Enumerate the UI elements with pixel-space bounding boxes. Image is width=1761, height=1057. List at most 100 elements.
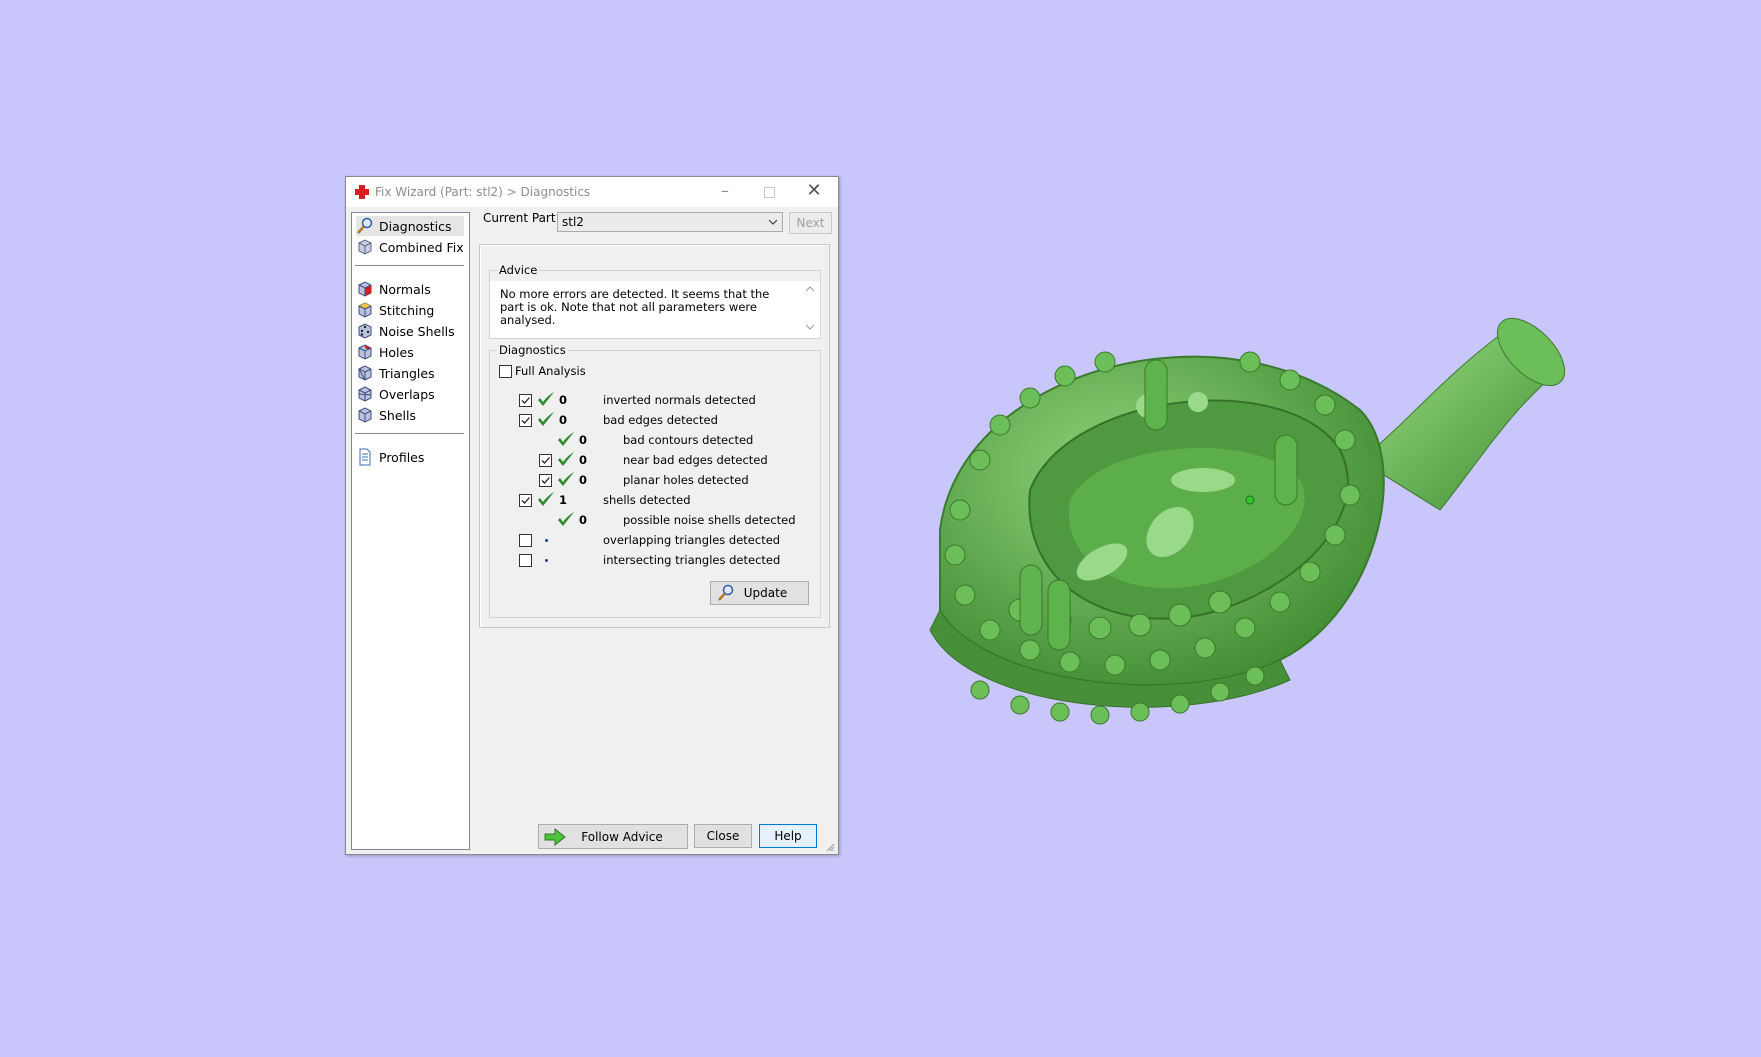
- diagnostic-label: bad contours detected: [623, 433, 754, 447]
- diagnostic-checkbox[interactable]: [519, 554, 532, 567]
- nav-item-diagnostics[interactable]: Diagnostics: [356, 216, 464, 236]
- diagnostic-row: 0 near bad edges detected: [0, 451, 768, 471]
- diagnostic-row: 0 inverted normals detected: [0, 391, 756, 411]
- checkmark-icon: [558, 432, 574, 446]
- maximize-icon: [763, 187, 775, 198]
- diagnostic-row: 0 bad contours detected: [0, 431, 753, 451]
- cube-triangle-icon: [358, 365, 372, 381]
- advice-textbox[interactable]: No more errors are detected. It seems th…: [490, 281, 820, 338]
- nav-item-holes[interactable]: Holes: [356, 342, 464, 362]
- nav-item-normals[interactable]: Normals: [356, 279, 464, 299]
- current-part-value: stl2: [562, 215, 584, 229]
- nav-label: Shells: [379, 407, 417, 423]
- 3d-model-viewport[interactable]: [920, 310, 1580, 770]
- update-label: Update: [743, 586, 788, 600]
- checkmark-icon: [538, 392, 554, 406]
- pending-dot-icon: [545, 539, 548, 542]
- maximize-button[interactable]: [747, 177, 791, 207]
- close-button[interactable]: Close: [694, 824, 752, 848]
- diagnostic-row: 0 bad edges detected: [0, 411, 718, 431]
- nav-label: Noise Shells: [379, 323, 455, 339]
- diagnostic-count: 0: [579, 473, 588, 487]
- nav-item-profiles[interactable]: Profiles: [356, 447, 464, 467]
- checkmark-icon: [558, 472, 574, 486]
- follow-advice-label: Follow Advice: [581, 829, 663, 844]
- diagnostic-row: intersecting triangles detected: [0, 551, 780, 571]
- nav-item-overlaps[interactable]: Overlaps: [356, 384, 464, 404]
- cube-red-face-icon: [358, 281, 372, 297]
- diagnostic-label: near bad edges detected: [623, 453, 768, 467]
- checkmark-icon: [538, 492, 554, 506]
- diagnostic-label: possible noise shells detected: [623, 513, 796, 527]
- diagnostic-checkbox[interactable]: [519, 414, 532, 427]
- full-analysis-label: Full Analysis: [515, 364, 586, 378]
- advice-title: Advice: [497, 263, 540, 277]
- minimize-button[interactable]: –: [703, 177, 747, 207]
- nav-item-triangles[interactable]: Triangles: [356, 363, 464, 383]
- nav-divider: [355, 433, 464, 434]
- close-window-button[interactable]: ✕: [792, 177, 836, 207]
- diagnostic-label: bad edges detected: [603, 413, 718, 427]
- cube-icon: [358, 407, 372, 423]
- arrow-right-icon: [544, 827, 566, 846]
- advice-group: Advice No more errors are detected. It s…: [489, 263, 821, 339]
- cube-overlap-icon: [358, 386, 372, 402]
- nav-item-stitching[interactable]: Stitching: [356, 300, 464, 320]
- diagnostic-checkbox[interactable]: [539, 454, 552, 467]
- next-button[interactable]: Next: [789, 212, 832, 234]
- update-button[interactable]: Update: [710, 581, 809, 605]
- diagnostic-count: 0: [579, 433, 588, 447]
- window-title: Fix Wizard (Part: stl2) > Diagnostics: [375, 185, 591, 199]
- diagnostic-label: overlapping triangles detected: [603, 533, 781, 547]
- diagnostic-count: 0: [559, 393, 568, 407]
- current-part-select[interactable]: stl2: [557, 212, 783, 232]
- diagnostic-count: 0: [559, 413, 568, 427]
- red-cross-icon: [355, 185, 369, 199]
- diagnostic-checkbox[interactable]: [519, 494, 532, 507]
- scroll-down-icon[interactable]: [806, 323, 814, 331]
- diagnostic-label: intersecting triangles detected: [603, 553, 781, 567]
- nav-label: Normals: [379, 281, 431, 297]
- cube-red-corner-icon: [358, 344, 372, 360]
- diagnostic-row: overlapping triangles detected: [0, 531, 780, 551]
- full-analysis-option[interactable]: Full Analysis: [499, 364, 586, 378]
- nav-label: Holes: [379, 344, 414, 360]
- nav-divider: [355, 265, 464, 266]
- diagnostic-label: planar holes detected: [623, 473, 749, 487]
- cube-dots-icon: [358, 323, 372, 339]
- diagnostic-label: inverted normals detected: [603, 393, 756, 407]
- full-analysis-checkbox[interactable]: [499, 364, 512, 378]
- help-button[interactable]: Help: [759, 824, 817, 848]
- current-part-label: Current Part:: [483, 211, 560, 225]
- checkmark-icon: [538, 412, 554, 426]
- magnifier-icon: [718, 584, 734, 601]
- nav-item-noise-shells[interactable]: Noise Shells: [356, 321, 464, 341]
- nav-label: Combined Fix: [379, 239, 464, 255]
- checkmark-icon: [558, 512, 574, 526]
- diagnostic-row: 0 planar holes detected: [0, 471, 749, 491]
- diagnostic-checkbox[interactable]: [539, 474, 552, 487]
- follow-advice-button[interactable]: Follow Advice: [538, 824, 688, 849]
- magnifier-icon: [357, 217, 373, 234]
- diagnostic-checkbox[interactable]: [519, 534, 532, 547]
- diagnostics-title: Diagnostics: [497, 343, 568, 357]
- cube-icon: [358, 239, 372, 255]
- pending-dot-icon: [545, 559, 548, 562]
- scroll-up-icon[interactable]: [806, 285, 814, 293]
- diagnostic-row: 0 possible noise shells detected: [0, 511, 796, 531]
- diagnostic-label: shells detected: [603, 493, 691, 507]
- title-bar[interactable]: Fix Wizard (Part: stl2) > Diagnostics – …: [346, 177, 838, 207]
- diagnostic-checkbox[interactable]: [519, 394, 532, 407]
- advice-text: No more errors are detected. It seems th…: [500, 287, 770, 327]
- chevron-down-icon: [769, 219, 777, 225]
- nav-label: Profiles: [379, 449, 425, 465]
- nav-item-shells[interactable]: Shells: [356, 405, 464, 425]
- nav-item-combined-fix[interactable]: Combined Fix: [356, 237, 464, 257]
- document-icon: [359, 448, 371, 466]
- nav-label: Diagnostics: [379, 218, 452, 234]
- nav-label: Stitching: [379, 302, 435, 318]
- diagnostic-count: 1: [559, 493, 568, 507]
- resize-grip-icon[interactable]: [825, 842, 835, 852]
- advice-scrollbar[interactable]: [804, 283, 816, 335]
- wizard-nav: Diagnostics Combined Fix Normals Stitchi…: [351, 212, 470, 850]
